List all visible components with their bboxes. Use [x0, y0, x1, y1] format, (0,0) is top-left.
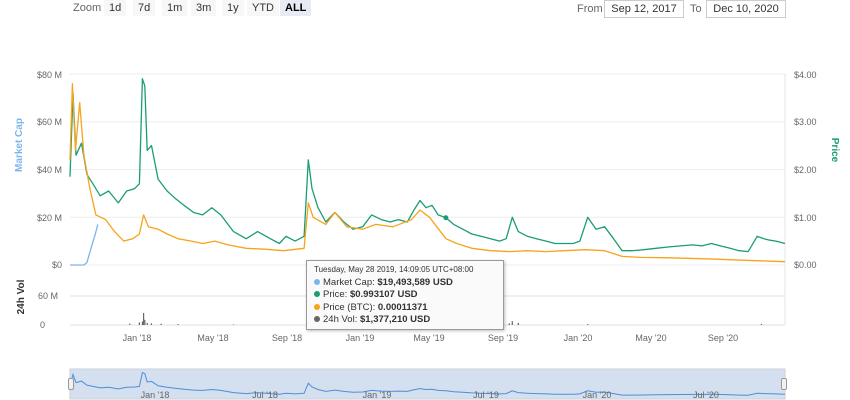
x-tick: Jan '18	[123, 333, 152, 343]
left-tick: $0	[52, 260, 62, 270]
x-tick: May '19	[413, 333, 444, 343]
right-tick: $4.00	[794, 70, 817, 80]
tooltip-row-volume: 24h Vol: $1,377,210 USD	[314, 314, 496, 327]
navigator-tick: Jul '19	[473, 390, 499, 400]
volume-bar	[232, 324, 235, 326]
market-cap-axis-title: Market Cap	[14, 118, 25, 172]
volume-bar	[146, 322, 148, 325]
tooltip-label: Price (BTC):	[323, 301, 376, 313]
tooltip-row-price: Price: $0.993107 USD	[314, 289, 496, 302]
price-chart[interactable]: Market Cap Price 24h Vol $0 $20 M $40 M …	[0, 0, 850, 400]
volume-bar	[517, 322, 519, 325]
tooltip-value: $19,493,589 USD	[377, 276, 453, 288]
hover-marker	[443, 215, 449, 221]
x-tick: May '18	[197, 333, 228, 343]
volume-bar	[177, 324, 179, 325]
tooltip-date: Tuesday, May 28 2019, 14:09:05 UTC+08:00	[314, 265, 474, 274]
market-cap-dot-icon	[314, 278, 320, 285]
volume-bar	[129, 323, 131, 325]
volume-dot-icon	[314, 316, 320, 323]
series-market-cap	[70, 224, 99, 266]
volume-bar	[141, 321, 144, 325]
volume-bar	[587, 324, 589, 325]
right-tick: $0.00	[794, 260, 817, 270]
volume-tick: 60 M	[38, 291, 58, 301]
volume-tick: 0	[40, 320, 45, 330]
price-axis-title: Price	[829, 138, 840, 163]
tooltip-row-price-btc: Price (BTC): 0.00011371	[314, 302, 496, 315]
tooltip: Tuesday, May 28 2019, 14:09:05 UTC+08:00…	[306, 260, 504, 330]
x-tick: May '20	[635, 333, 666, 343]
navigator-tick: Jan '18	[141, 390, 170, 400]
tooltip-label: 24h Vol:	[323, 314, 358, 325]
volume-axis-title: 24h Vol	[16, 279, 27, 314]
tooltip-label: Market Cap:	[323, 276, 375, 288]
volume-bar	[150, 323, 153, 325]
navigator-tick: Jan '19	[363, 390, 392, 400]
volume-bar	[144, 319, 146, 325]
volume-bar	[138, 322, 140, 325]
right-tick: $1.00	[794, 213, 817, 223]
left-tick: $40 M	[37, 165, 62, 175]
series-price	[69, 78, 786, 253]
price-btc-dot-icon	[314, 303, 320, 310]
volume-bar	[760, 323, 763, 325]
left-tick: $80 M	[37, 70, 62, 80]
left-tick: $20 M	[37, 213, 62, 223]
tooltip-value: $1,377,210 USD	[359, 314, 431, 325]
volume-bar	[508, 323, 510, 325]
price-dot-icon	[314, 291, 320, 298]
tooltip-value: $0.993107 USD	[349, 289, 418, 300]
volume-bar	[511, 321, 513, 325]
navigator-left-handle[interactable]	[68, 378, 74, 390]
volume-bar	[143, 312, 145, 325]
navigator-right-handle[interactable]	[781, 378, 787, 390]
x-tick: Sep '18	[272, 333, 302, 343]
navigator-tick: Jul '20	[693, 390, 719, 400]
left-tick: $60 M	[37, 117, 62, 127]
tooltip-value: 0.00011371	[377, 301, 428, 313]
navigator-tick: Jul '18	[252, 390, 278, 400]
x-tick: Sep '20	[708, 333, 738, 343]
x-tick: Jan '19	[346, 333, 375, 343]
x-tick: Jan '20	[564, 333, 593, 343]
navigator-tick: Jan '20	[583, 390, 612, 400]
x-tick: Sep '19	[488, 333, 518, 343]
right-tick: $3.00	[794, 117, 817, 127]
right-tick: $2.00	[794, 165, 817, 175]
tooltip-label: Price:	[323, 289, 348, 300]
tooltip-row-market-cap: Market Cap: $19,493,589 USD	[314, 277, 496, 290]
series-price-btc	[69, 82, 786, 263]
volume-bar	[160, 323, 162, 325]
